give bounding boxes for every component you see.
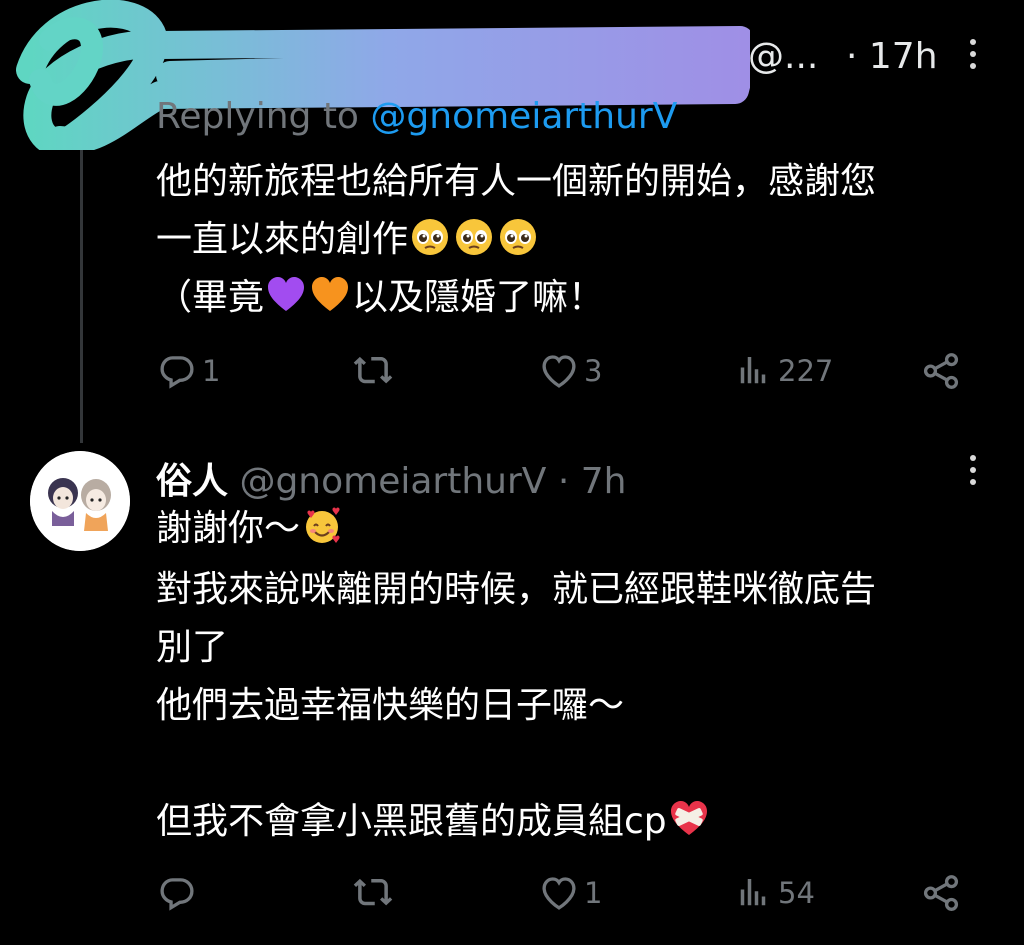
pleading-face-icon — [412, 219, 449, 255]
replying-to: Replying to @gnomeiarthurV — [156, 96, 677, 137]
tweet-body-line: （畢竟 以及隱婚了嘛！ — [156, 269, 604, 327]
tweet-body-line: 但我不會拿小黑跟舊的成員組cp — [156, 793, 711, 851]
retweet-button[interactable] — [352, 350, 398, 392]
heart-icon — [542, 355, 576, 388]
views-icon — [740, 879, 766, 906]
like-count: 1 — [584, 876, 603, 910]
pleading-face-icon — [456, 219, 493, 255]
tweet-author[interactable]: 俗人 @gnomeiarthurV · 7h — [156, 452, 626, 504]
like-count: 3 — [584, 354, 603, 388]
tweet-body-text: 但我不會拿小黑跟舊的成員組cp — [156, 801, 667, 842]
more-icon[interactable] — [958, 450, 988, 490]
tweet-body-text: 謝謝你～ — [156, 508, 301, 549]
tweet-body-line: 謝謝你～ — [156, 500, 344, 558]
views-button[interactable]: 227 — [732, 350, 833, 392]
views-count: 54 — [778, 876, 815, 910]
tweet-actions: 1 3 227 — [156, 350, 976, 400]
purple-heart-icon — [268, 277, 305, 311]
tweet-actions: 1 54 — [156, 872, 976, 922]
reply-icon — [160, 356, 194, 389]
tweet-body-text: （畢竟 — [156, 277, 265, 318]
heart-icon — [542, 877, 576, 910]
avatar[interactable] — [30, 451, 130, 551]
mending-heart-icon — [670, 801, 707, 835]
views-count: 227 — [778, 354, 834, 388]
tweet-body-line: 他們去過幸福快樂的日子囉～ — [156, 685, 625, 726]
tweet-body-line: 他的新旅程也給所有人一個新的開始，感謝您 — [156, 161, 877, 202]
share-icon — [923, 875, 959, 911]
share-button[interactable] — [920, 872, 962, 914]
avatar-illustration — [30, 451, 130, 551]
reply-icon — [160, 878, 194, 911]
like-button[interactable]: 3 — [538, 350, 602, 392]
replying-mention-link[interactable]: @gnomeiarthurV — [370, 96, 677, 137]
replying-prefix: Replying to — [156, 96, 371, 137]
views-button[interactable]: 54 — [732, 872, 815, 914]
tweet-body-line: 別了 — [156, 627, 229, 668]
like-button[interactable]: 1 — [538, 872, 602, 914]
tweet-body-text: 一直以來的創作 — [156, 219, 409, 260]
reply-count: 1 — [202, 354, 221, 388]
display-name[interactable]: 俗人 — [156, 461, 228, 502]
share-button[interactable] — [920, 350, 962, 392]
orange-heart-icon — [312, 277, 349, 311]
tweet-body-line: 一直以來的創作 — [156, 211, 540, 269]
thread-connector — [80, 150, 83, 443]
retweet-icon — [353, 356, 393, 384]
share-icon — [923, 353, 959, 389]
tweet-body-text: 以及隱婚了嘛！ — [352, 277, 605, 318]
reply-button[interactable]: 1 — [156, 350, 220, 392]
smiling-face-with-hearts-icon — [306, 507, 340, 543]
pleading-face-icon — [500, 219, 537, 255]
reply-button[interactable] — [156, 872, 202, 914]
handle-and-time[interactable]: @gnomeiarthurV · 7h — [228, 461, 626, 502]
views-icon — [740, 357, 766, 384]
tweet-handle[interactable]: @... — [748, 36, 818, 77]
tweet-body-line: 對我來說咪離開的時候，就已經跟鞋咪徹底告 — [156, 569, 877, 610]
retweet-icon — [353, 878, 393, 906]
retweet-button[interactable] — [352, 872, 398, 914]
more-icon[interactable] — [958, 34, 988, 74]
tweet-timestamp[interactable]: · 17h — [846, 36, 938, 77]
